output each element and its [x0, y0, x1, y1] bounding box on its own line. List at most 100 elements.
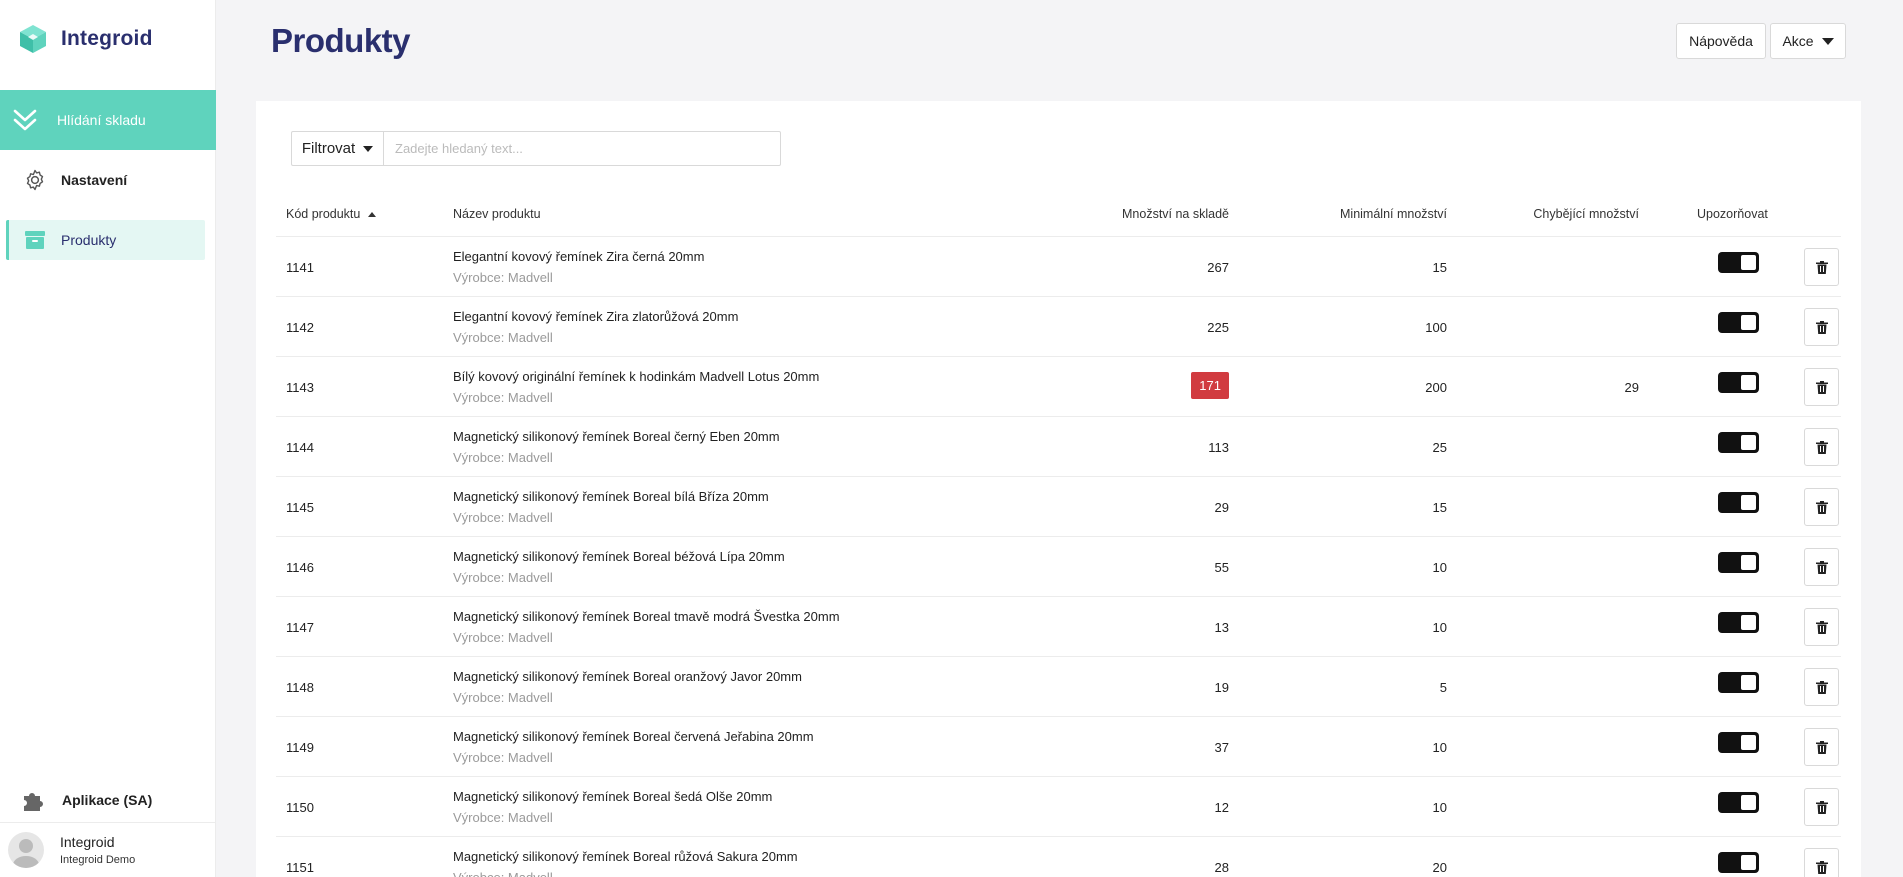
- product-name[interactable]: Magnetický silikonový řemínek Boreal čer…: [453, 729, 814, 744]
- sidebar-item-label: Produkty: [61, 232, 117, 248]
- stock-quantity: 13: [1214, 620, 1229, 635]
- sidebar: Integroid Hlídání skladu Nastavení Produ…: [0, 0, 216, 877]
- products-table-body: 1141 Elegantní kovový řemínek Zira černá…: [276, 237, 1841, 877]
- delete-button[interactable]: [1804, 848, 1839, 877]
- column-header-min[interactable]: Minimální množství: [1340, 207, 1447, 221]
- sidebar-item-label: Hlídání skladu: [57, 112, 146, 128]
- trash-icon: [1815, 620, 1828, 634]
- sort-ascending-icon: [368, 212, 377, 218]
- delete-button[interactable]: [1804, 308, 1839, 346]
- toggle-knob: [1741, 255, 1756, 270]
- trash-icon: [1815, 440, 1828, 454]
- chevrons-down-icon: [13, 109, 37, 131]
- stock-quantity: 12: [1214, 800, 1229, 815]
- column-header-stock[interactable]: Množství na skladě: [1122, 207, 1229, 221]
- warn-toggle[interactable]: [1718, 492, 1759, 513]
- table-row: 1147 Magnetický silikonový řemínek Borea…: [276, 597, 1841, 657]
- warn-toggle[interactable]: [1718, 432, 1759, 453]
- sidebar-item-label: Aplikace (SA): [62, 792, 153, 808]
- table-row: 1150 Magnetický silikonový řemínek Borea…: [276, 777, 1841, 837]
- warn-toggle[interactable]: [1718, 672, 1759, 693]
- sidebar-item-settings[interactable]: Nastavení: [6, 160, 205, 200]
- trash-icon: [1815, 380, 1828, 394]
- product-name[interactable]: Magnetický silikonový řemínek Boreal tma…: [453, 609, 840, 624]
- minimum-quantity: 15: [1432, 500, 1447, 515]
- product-code: 1149: [286, 740, 314, 755]
- app-logo[interactable]: Integroid: [19, 24, 153, 54]
- delete-button[interactable]: [1804, 668, 1839, 706]
- help-button[interactable]: Nápověda: [1676, 23, 1766, 59]
- product-code: 1146: [286, 560, 314, 575]
- table-row: 1146 Magnetický silikonový řemínek Borea…: [276, 537, 1841, 597]
- warn-toggle[interactable]: [1718, 792, 1759, 813]
- minimum-quantity: 10: [1432, 800, 1447, 815]
- toggle-knob: [1741, 795, 1756, 810]
- sidebar-item-apps[interactable]: Aplikace (SA): [0, 780, 216, 820]
- delete-button[interactable]: [1804, 428, 1839, 466]
- product-name[interactable]: Magnetický silikonový řemínek Boreal šed…: [453, 789, 772, 804]
- product-name[interactable]: Magnetický silikonový řemínek Boreal růž…: [453, 849, 798, 864]
- delete-button[interactable]: [1804, 548, 1839, 586]
- delete-button[interactable]: [1804, 608, 1839, 646]
- user-profile[interactable]: Integroid Integroid Demo: [0, 822, 216, 877]
- warn-toggle[interactable]: [1718, 372, 1759, 393]
- warn-toggle[interactable]: [1718, 252, 1759, 273]
- product-manufacturer: Výrobce: Madvell: [453, 570, 553, 585]
- product-name[interactable]: Magnetický silikonový řemínek Boreal čer…: [453, 429, 780, 444]
- warn-toggle[interactable]: [1718, 852, 1759, 873]
- product-name[interactable]: Bílý kovový originální řemínek k hodinká…: [453, 369, 819, 384]
- product-code: 1148: [286, 680, 314, 695]
- table-row: 1148 Magnetický silikonový řemínek Borea…: [276, 657, 1841, 717]
- trash-icon: [1815, 740, 1828, 754]
- column-header-label: Kód produktu: [286, 207, 361, 221]
- column-header-warn[interactable]: Upozorňovat: [1697, 207, 1768, 221]
- filter-bar: Filtrovat: [291, 131, 781, 166]
- page-title: Produkty: [271, 22, 411, 59]
- toggle-knob: [1741, 375, 1756, 390]
- delete-button[interactable]: [1804, 488, 1839, 526]
- product-name[interactable]: Elegantní kovový řemínek Zira černá 20mm: [453, 249, 704, 264]
- warn-toggle[interactable]: [1718, 312, 1759, 333]
- delete-button[interactable]: [1804, 788, 1839, 826]
- column-header-missing[interactable]: Chybějící množství: [1533, 207, 1639, 221]
- stock-quantity: 113: [1208, 440, 1229, 455]
- table-row: 1141 Elegantní kovový řemínek Zira černá…: [276, 237, 1841, 297]
- toggle-knob: [1741, 675, 1756, 690]
- product-manufacturer: Výrobce: Madvell: [453, 270, 553, 285]
- minimum-quantity: 200: [1425, 380, 1447, 395]
- filter-dropdown-button[interactable]: Filtrovat: [291, 131, 383, 166]
- warn-toggle[interactable]: [1718, 612, 1759, 633]
- search-input[interactable]: [383, 131, 781, 166]
- archive-box-icon: [25, 231, 45, 249]
- product-name[interactable]: Magnetický silikonový řemínek Boreal ora…: [453, 669, 802, 684]
- stock-quantity: 267: [1207, 260, 1229, 275]
- actions-dropdown-button[interactable]: Akce: [1770, 23, 1846, 59]
- table-header: Kód produktu Název produktu Množství na …: [276, 193, 1841, 237]
- minimum-quantity: 100: [1425, 320, 1447, 335]
- delete-button[interactable]: [1804, 368, 1839, 406]
- gear-icon: [26, 169, 44, 191]
- product-code: 1141: [286, 260, 314, 275]
- products-card: Filtrovat Kód produktu Název produktu Mn…: [256, 101, 1861, 877]
- sidebar-item-stock-watch[interactable]: Hlídání skladu: [0, 90, 216, 150]
- user-silhouette-icon: [13, 839, 39, 868]
- stock-quantity: 28: [1214, 860, 1229, 875]
- product-manufacturer: Výrobce: Madvell: [453, 750, 553, 765]
- sidebar-item-products[interactable]: Produkty: [6, 220, 205, 260]
- warn-toggle[interactable]: [1718, 552, 1759, 573]
- product-name[interactable]: Magnetický silikonový řemínek Boreal béž…: [453, 549, 785, 564]
- trash-icon: [1815, 560, 1828, 574]
- column-header-name[interactable]: Název produktu: [453, 207, 541, 221]
- table-row: 1145 Magnetický silikonový řemínek Borea…: [276, 477, 1841, 537]
- stock-quantity: 171: [1191, 372, 1229, 399]
- product-name[interactable]: Magnetický silikonový řemínek Boreal bíl…: [453, 489, 769, 504]
- delete-button[interactable]: [1804, 248, 1839, 286]
- user-name: Integroid: [60, 834, 115, 850]
- delete-button[interactable]: [1804, 728, 1839, 766]
- product-code: 1142: [286, 320, 314, 335]
- warn-toggle[interactable]: [1718, 732, 1759, 753]
- toggle-knob: [1741, 855, 1756, 870]
- column-header-code[interactable]: Kód produktu: [286, 207, 377, 221]
- product-name[interactable]: Elegantní kovový řemínek Zira zlatorůžov…: [453, 309, 738, 324]
- caret-down-icon: [1821, 37, 1834, 45]
